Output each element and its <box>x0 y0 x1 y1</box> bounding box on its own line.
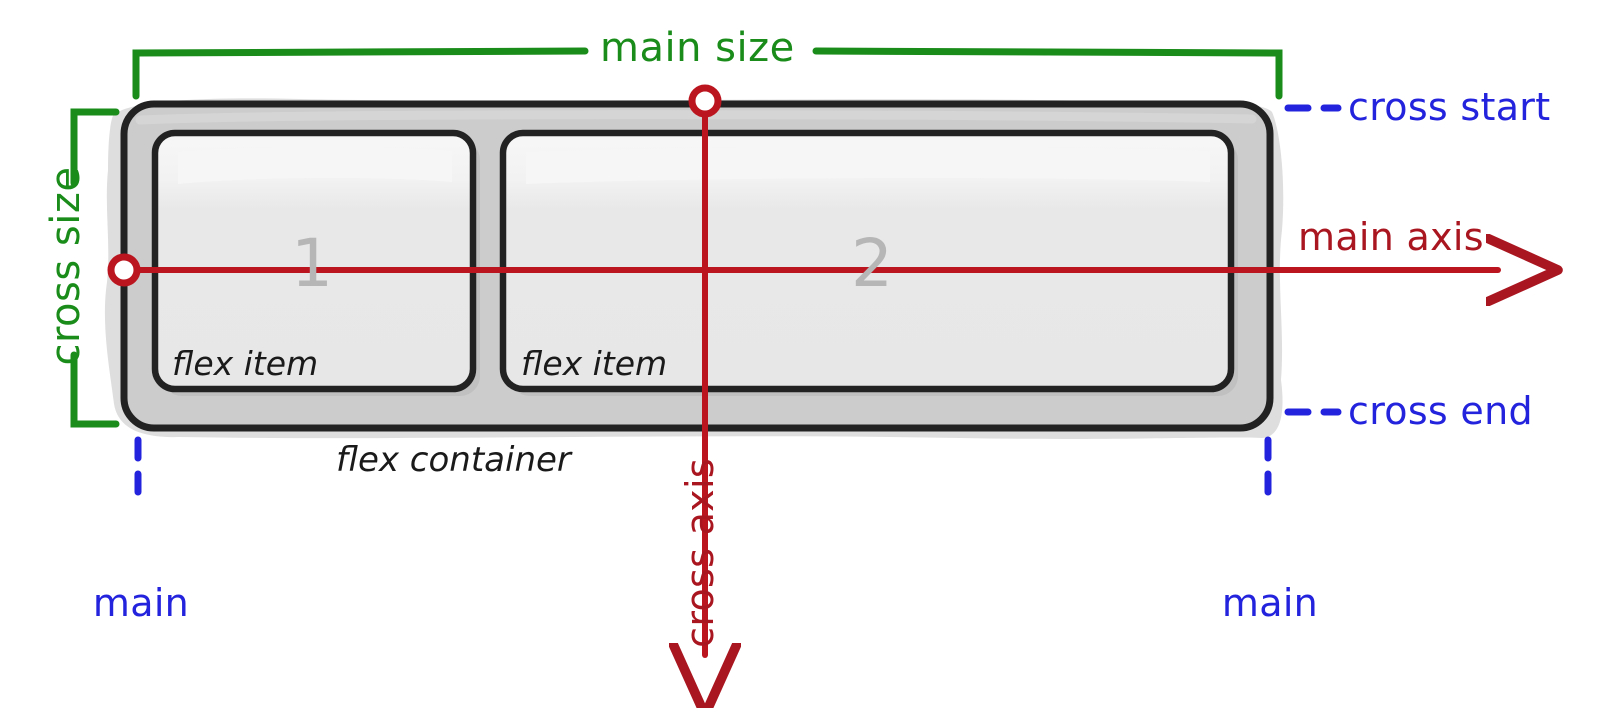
cross-end-label: cross end <box>1348 389 1533 433</box>
flex-item-1-number: 1 <box>291 225 333 302</box>
main-start-label-line2: start <box>86 703 196 708</box>
cross-axis-origin-marker <box>688 84 722 118</box>
main-start-label-line1: main <box>92 580 190 625</box>
main-end-label-line1: main <box>1221 580 1319 625</box>
flex-item-1-label: flex item <box>172 344 319 383</box>
flex-container-label: flex container <box>336 440 571 480</box>
cross-size-label: cross size <box>43 166 89 366</box>
cross-axis-label: cross axis <box>678 458 723 648</box>
flex-item-2-label: flex item <box>521 344 668 383</box>
main-end-label: main end <box>1215 503 1325 708</box>
main-start-label: main start <box>86 503 196 708</box>
main-size-label: main size <box>600 25 795 71</box>
main-end-label-line2: end <box>1215 703 1325 708</box>
cross-start-label: cross start <box>1348 85 1551 129</box>
main-axis-label: main axis <box>1298 215 1484 259</box>
flex-item-2-number: 2 <box>851 225 893 302</box>
main-axis-origin-marker <box>107 253 141 287</box>
flexbox-diagram: main size cross size cross start cross e… <box>0 0 1597 708</box>
